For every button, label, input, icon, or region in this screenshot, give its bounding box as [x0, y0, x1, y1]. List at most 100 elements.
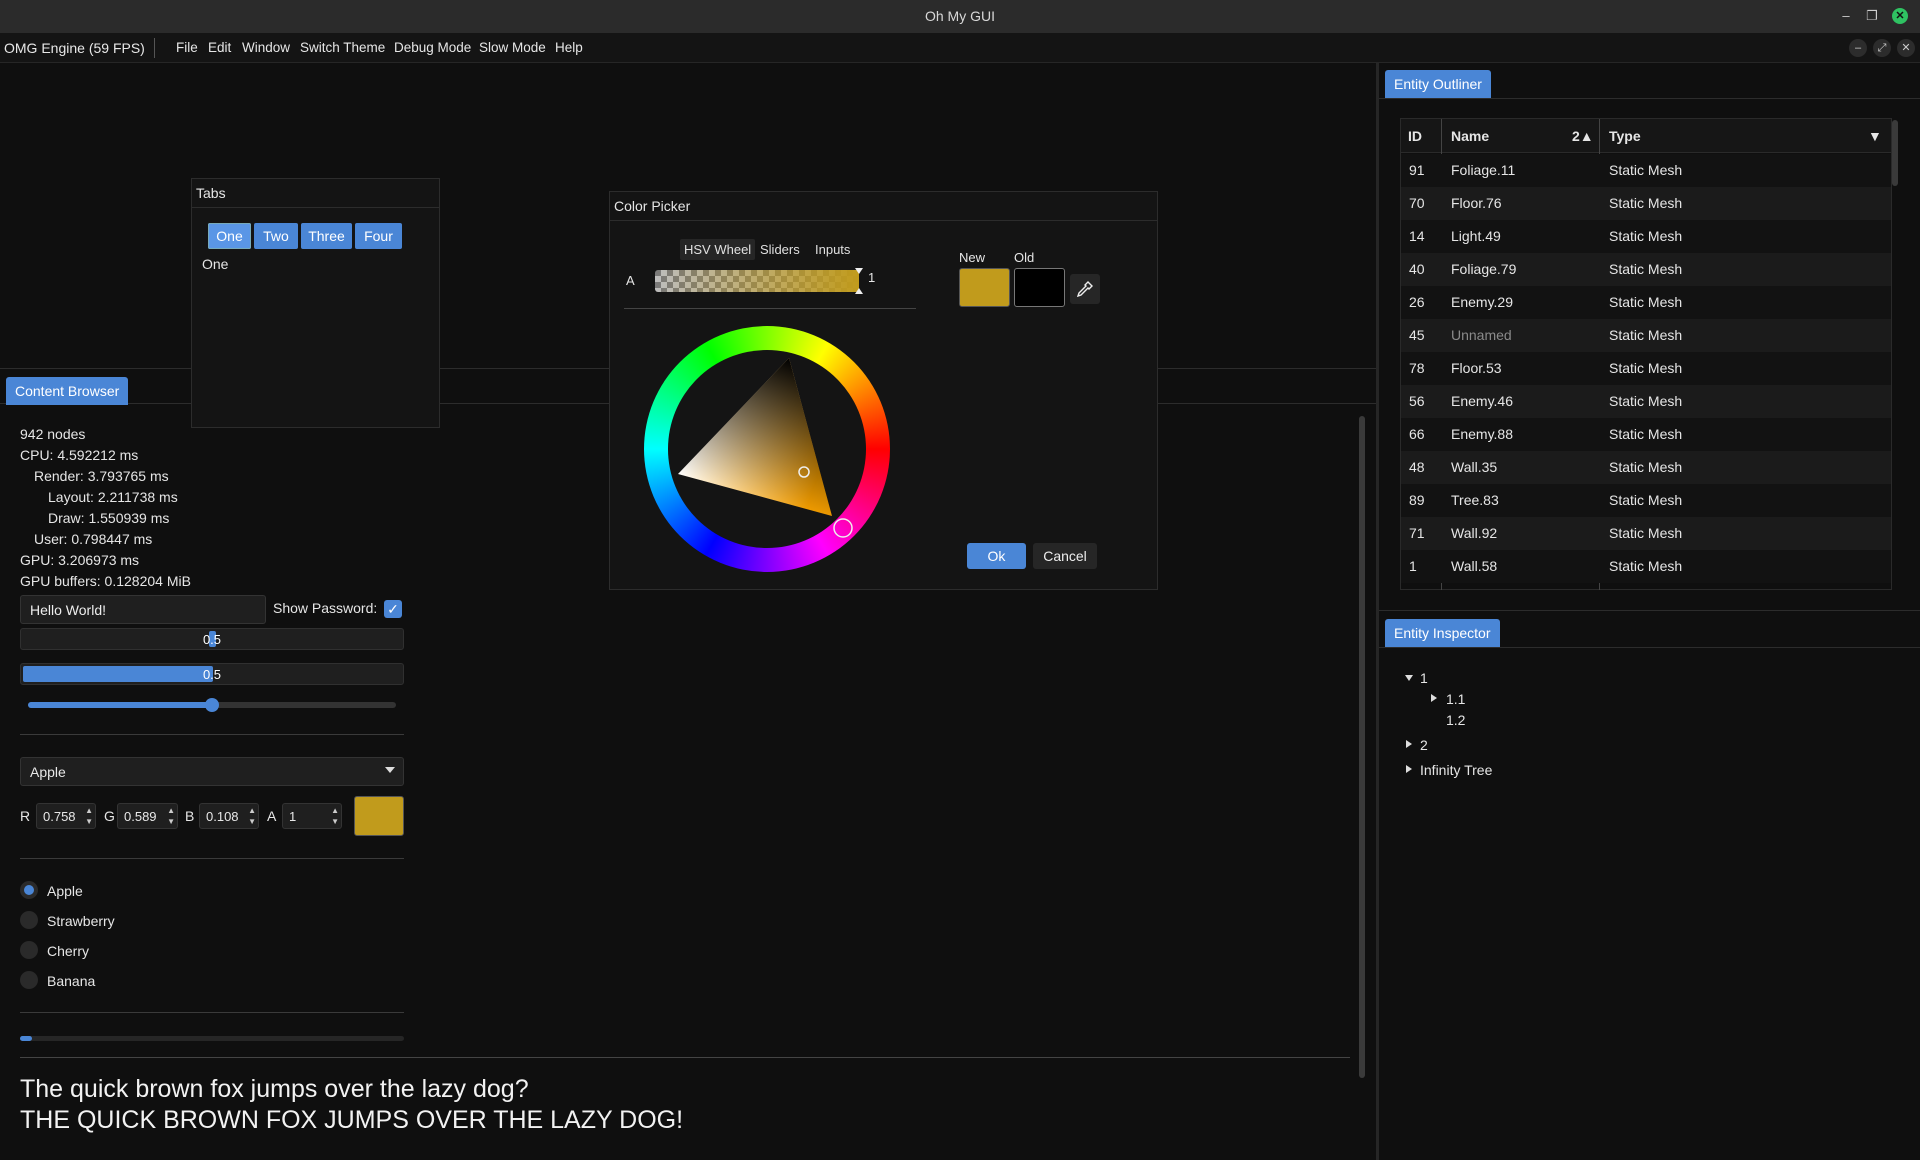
expand-down-icon[interactable] — [1405, 675, 1413, 681]
ok-button[interactable]: Ok — [967, 543, 1026, 569]
menu-debug-mode[interactable]: Debug Mode — [394, 40, 471, 55]
radio-strawberry[interactable] — [20, 911, 38, 929]
cell-type: Static Mesh — [1609, 162, 1683, 178]
expand-right-icon[interactable] — [1406, 740, 1412, 748]
hue-picker-handle[interactable] — [833, 518, 853, 538]
pangram-lowercase: The quick brown fox jumps over the lazy … — [20, 1075, 529, 1103]
stepper-arrows-icon[interactable]: ▲ ▼ — [248, 805, 256, 827]
cell-name: Floor.76 — [1451, 195, 1502, 211]
panel-close-icon[interactable]: ✕ — [1897, 39, 1915, 57]
cell-id: 78 — [1409, 360, 1425, 376]
stepper-arrows-icon[interactable]: ▲ ▼ — [331, 805, 339, 827]
mode-sliders[interactable]: Sliders — [756, 239, 804, 260]
show-password-checkbox[interactable]: ✓ — [384, 600, 402, 618]
a-input[interactable]: 1 ▲ ▼ — [282, 803, 342, 829]
tab-content-browser[interactable]: Content Browser — [6, 377, 129, 405]
text-input[interactable]: Hello World! — [20, 595, 266, 624]
a-label: A — [267, 808, 277, 824]
tree-node-infinity[interactable]: Infinity Tree — [1420, 762, 1492, 778]
slider-handle[interactable] — [205, 698, 219, 712]
panel-minimize-icon[interactable]: – — [1849, 39, 1867, 57]
cell-id: 70 — [1409, 195, 1425, 211]
cell-name: Foliage.79 — [1451, 261, 1517, 277]
outliner-scrollbar[interactable] — [1892, 120, 1898, 186]
restore-icon[interactable]: ❐ — [1864, 8, 1880, 24]
cell-type: Static Mesh — [1609, 360, 1683, 376]
cell-id: 40 — [1409, 261, 1425, 277]
tab-four[interactable]: Four — [355, 223, 402, 249]
tab-content: One — [202, 256, 229, 272]
mode-inputs[interactable]: Inputs — [811, 239, 854, 260]
vertical-splitter[interactable] — [1376, 63, 1379, 1160]
tree-node-1-1[interactable]: 1.1 — [1446, 691, 1465, 707]
tab-entity-outliner[interactable]: Entity Outliner — [1385, 70, 1491, 98]
stat-draw: Draw: 1.550939 ms — [48, 510, 170, 526]
cell-name: Enemy.29 — [1451, 294, 1513, 310]
r-input[interactable]: 0.758 ▲ ▼ — [36, 803, 96, 829]
value-slider[interactable] — [28, 698, 396, 712]
hsv-wheel[interactable] — [644, 326, 890, 572]
column-header-id[interactable]: ID — [1408, 128, 1422, 144]
old-color-swatch[interactable] — [1014, 268, 1065, 307]
cell-id: 91 — [1409, 162, 1425, 178]
r-value: 0.758 — [43, 809, 76, 824]
saturation-value-triangle[interactable] — [644, 326, 890, 572]
radio-banana[interactable] — [20, 971, 38, 989]
color-picker-title: Color Picker — [614, 198, 691, 214]
show-password-label: Show Password: — [273, 600, 378, 616]
minimize-icon[interactable]: – — [1838, 8, 1854, 24]
menu-edit[interactable]: Edit — [208, 40, 231, 55]
radio-apple[interactable] — [20, 881, 38, 899]
content-browser-scrollbar[interactable] — [1359, 416, 1365, 1078]
tree-node-2[interactable]: 2 — [1420, 737, 1428, 753]
cell-type: Static Mesh — [1609, 327, 1683, 343]
type-sort-icon[interactable]: ▼ — [1868, 128, 1882, 144]
cell-id: 89 — [1409, 492, 1425, 508]
fruit-dropdown[interactable]: Apple — [20, 757, 404, 786]
radio-label-banana: Banana — [47, 973, 96, 989]
column-header-name[interactable]: Name — [1451, 128, 1489, 144]
mode-hsv-wheel[interactable]: HSV Wheel — [680, 239, 756, 260]
close-icon[interactable]: ✕ — [1892, 8, 1908, 24]
color-picker-window: Color Picker HSV Wheel Sliders Inputs A … — [609, 191, 1158, 590]
small-progress-bar — [20, 1036, 404, 1041]
alpha-handle-icon[interactable] — [855, 268, 863, 274]
cancel-button[interactable]: Cancel — [1033, 543, 1097, 569]
expand-right-icon[interactable] — [1431, 694, 1437, 702]
tree-node-1[interactable]: 1 — [1420, 670, 1428, 686]
alpha-slider[interactable] — [655, 270, 859, 292]
divider — [20, 1057, 1350, 1058]
stepper-arrows-icon[interactable]: ▲ ▼ — [167, 805, 175, 827]
menu-switch-theme[interactable]: Switch Theme — [300, 40, 385, 55]
eyedropper-icon[interactable] — [1070, 274, 1100, 304]
progress-bar-2: 0.5 — [20, 663, 404, 685]
tab-two[interactable]: Two — [254, 223, 298, 249]
a-value: 1 — [289, 809, 297, 824]
radio-cherry[interactable] — [20, 941, 38, 959]
expand-right-icon[interactable] — [1406, 765, 1412, 773]
g-input[interactable]: 0.589 ▲ ▼ — [117, 803, 178, 829]
b-value: 0.108 — [206, 809, 239, 824]
title-divider — [192, 207, 439, 208]
cell-type: Static Mesh — [1609, 195, 1683, 211]
tab-entity-inspector[interactable]: Entity Inspector — [1385, 619, 1500, 647]
b-input[interactable]: 0.108 ▲ ▼ — [199, 803, 259, 829]
cell-type: Static Mesh — [1609, 294, 1683, 310]
menu-file[interactable]: File — [176, 40, 198, 55]
tab-three[interactable]: Three — [301, 223, 352, 249]
tree-node-1-2[interactable]: 1.2 — [1446, 712, 1465, 728]
column-header-type[interactable]: Type — [1609, 128, 1641, 144]
alpha-handle-icon[interactable] — [855, 288, 863, 294]
progress-label: 0.5 — [202, 632, 222, 647]
tab-one[interactable]: One — [208, 223, 251, 249]
stepper-arrows-icon[interactable]: ▲ ▼ — [85, 805, 93, 827]
alpha-value: 1 — [868, 270, 876, 285]
menu-window[interactable]: Window — [242, 40, 290, 55]
cell-name: Enemy.46 — [1451, 393, 1513, 409]
color-swatch[interactable] — [354, 796, 404, 836]
new-color-swatch — [959, 268, 1010, 307]
name-sort-indicator[interactable]: 2▲ — [1572, 128, 1594, 144]
menu-slow-mode[interactable]: Slow Mode — [479, 40, 546, 55]
panel-maximize-icon[interactable]: ⤢ — [1873, 39, 1891, 57]
menu-help[interactable]: Help — [555, 40, 583, 55]
